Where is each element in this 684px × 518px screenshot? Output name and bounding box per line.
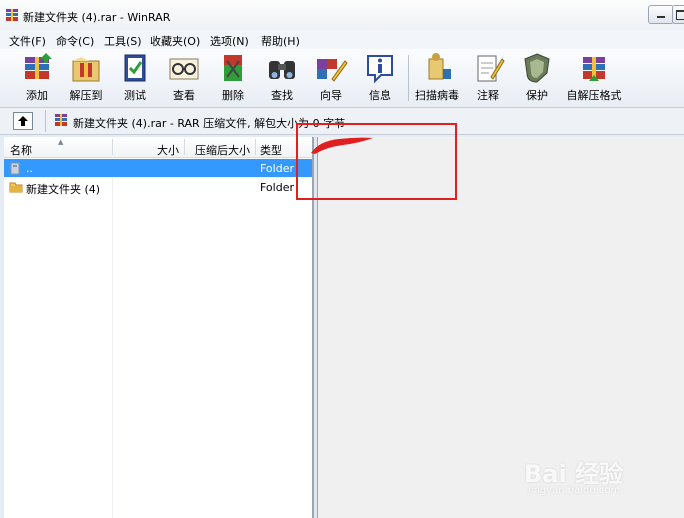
sort-arrow-icon: ▲: [58, 138, 64, 146]
sfx-label: 自解压格式: [566, 89, 622, 102]
file-name: 新建文件夹 (4): [26, 183, 101, 196]
parent-folder-icon: [10, 162, 20, 175]
menu-bar: 文件(F) 命令(C) 工具(S) 收藏夹(O) 选项(N) 帮助(H): [0, 30, 684, 49]
test-button[interactable]: 测试: [110, 51, 160, 105]
info-icon: [367, 55, 393, 84]
menu-help[interactable]: 帮助(H): [261, 33, 300, 49]
address-separator: [45, 110, 46, 132]
maximize-button[interactable]: [672, 5, 684, 24]
baidu-watermark-url: jingyan.baidu.com: [528, 485, 621, 496]
info-button[interactable]: 信息: [355, 51, 405, 105]
sfx-icon: [583, 57, 605, 81]
info-label: 信息: [369, 89, 391, 102]
red-brush-stroke: [311, 137, 373, 154]
virus-scan-icon: [428, 53, 451, 80]
baidu-watermark: Bai 经验: [524, 460, 624, 488]
up-arrow-icon: [18, 116, 28, 126]
title-bar: 新建文件夹 (4).rar - WinRAR: [0, 0, 684, 31]
find-icon: [269, 61, 295, 79]
extract-to-label: 解压到: [69, 89, 103, 102]
minimize-button[interactable]: [648, 5, 674, 24]
wizard-icon: [317, 59, 348, 82]
add-archive-icon: [25, 53, 52, 79]
menu-options[interactable]: 选项(N): [210, 33, 249, 49]
wizard-button[interactable]: 向导: [306, 51, 356, 105]
column-size[interactable]: 大小: [157, 142, 179, 158]
toolbar-separator: [408, 55, 409, 101]
comment-label: 注释: [477, 89, 499, 102]
menu-tools[interactable]: 工具(S): [104, 33, 142, 49]
find-label: 查找: [271, 89, 293, 102]
protect-label: 保护: [526, 89, 548, 102]
file-list[interactable]: 名称 ▲ 大小 压缩后大小 类型 .. Folder 新建文件夹 (4) Fol…: [4, 137, 313, 518]
file-row-folder[interactable]: 新建文件夹 (4) Folder: [4, 178, 312, 196]
wizard-label: 向导: [320, 89, 342, 102]
delete-icon: [224, 55, 242, 81]
test-icon: [124, 54, 146, 82]
file-row-parent[interactable]: .. Folder: [4, 159, 312, 177]
menu-favorites[interactable]: 收藏夹(O): [150, 33, 200, 49]
file-name: ..: [26, 162, 33, 175]
file-type: Folder: [260, 162, 294, 175]
view-icon: [169, 58, 199, 80]
virus-scan-label: 扫描病毒: [415, 89, 459, 102]
winrar-app-icon: [6, 9, 18, 21]
add-label: 添加: [26, 89, 48, 102]
toolbar: 添加 解压到 测试 查看 删除 查找 向导 信息 扫描病毒 注释 保护 自解压格…: [0, 49, 684, 108]
add-button[interactable]: 添加: [12, 51, 62, 105]
sfx-button[interactable]: 自解压格式: [566, 51, 622, 105]
column-header: 名称 ▲ 大小 压缩后大小 类型: [4, 137, 312, 158]
column-gridline: [112, 157, 113, 518]
column-name[interactable]: 名称: [10, 142, 32, 158]
test-label: 测试: [124, 89, 146, 102]
column-divider[interactable]: [255, 139, 256, 155]
column-divider[interactable]: [184, 139, 185, 155]
menu-file[interactable]: 文件(F): [9, 33, 46, 49]
view-button[interactable]: 查看: [159, 51, 209, 105]
delete-button[interactable]: 删除: [208, 51, 258, 105]
view-label: 查看: [173, 89, 195, 102]
delete-label: 删除: [222, 89, 244, 102]
virus-scan-button[interactable]: 扫描病毒: [412, 51, 462, 105]
extract-to-button[interactable]: 解压到: [61, 51, 111, 105]
file-type: Folder: [260, 181, 294, 194]
comment-button[interactable]: 注释: [463, 51, 513, 105]
find-button[interactable]: 查找: [257, 51, 307, 105]
up-folder-button[interactable]: [13, 112, 33, 130]
column-type[interactable]: 类型: [260, 142, 282, 158]
comment-icon: [477, 55, 505, 82]
window-title: 新建文件夹 (4).rar - WinRAR: [23, 11, 171, 24]
folder-icon: [9, 182, 23, 193]
protect-button[interactable]: 保护: [512, 51, 562, 105]
column-packed-size[interactable]: 压缩后大小: [195, 142, 250, 158]
protect-icon: [524, 53, 550, 83]
archive-icon: [55, 114, 67, 126]
extract-to-icon: [72, 57, 100, 82]
column-divider[interactable]: [112, 139, 113, 155]
menu-commands[interactable]: 命令(C): [56, 33, 94, 49]
